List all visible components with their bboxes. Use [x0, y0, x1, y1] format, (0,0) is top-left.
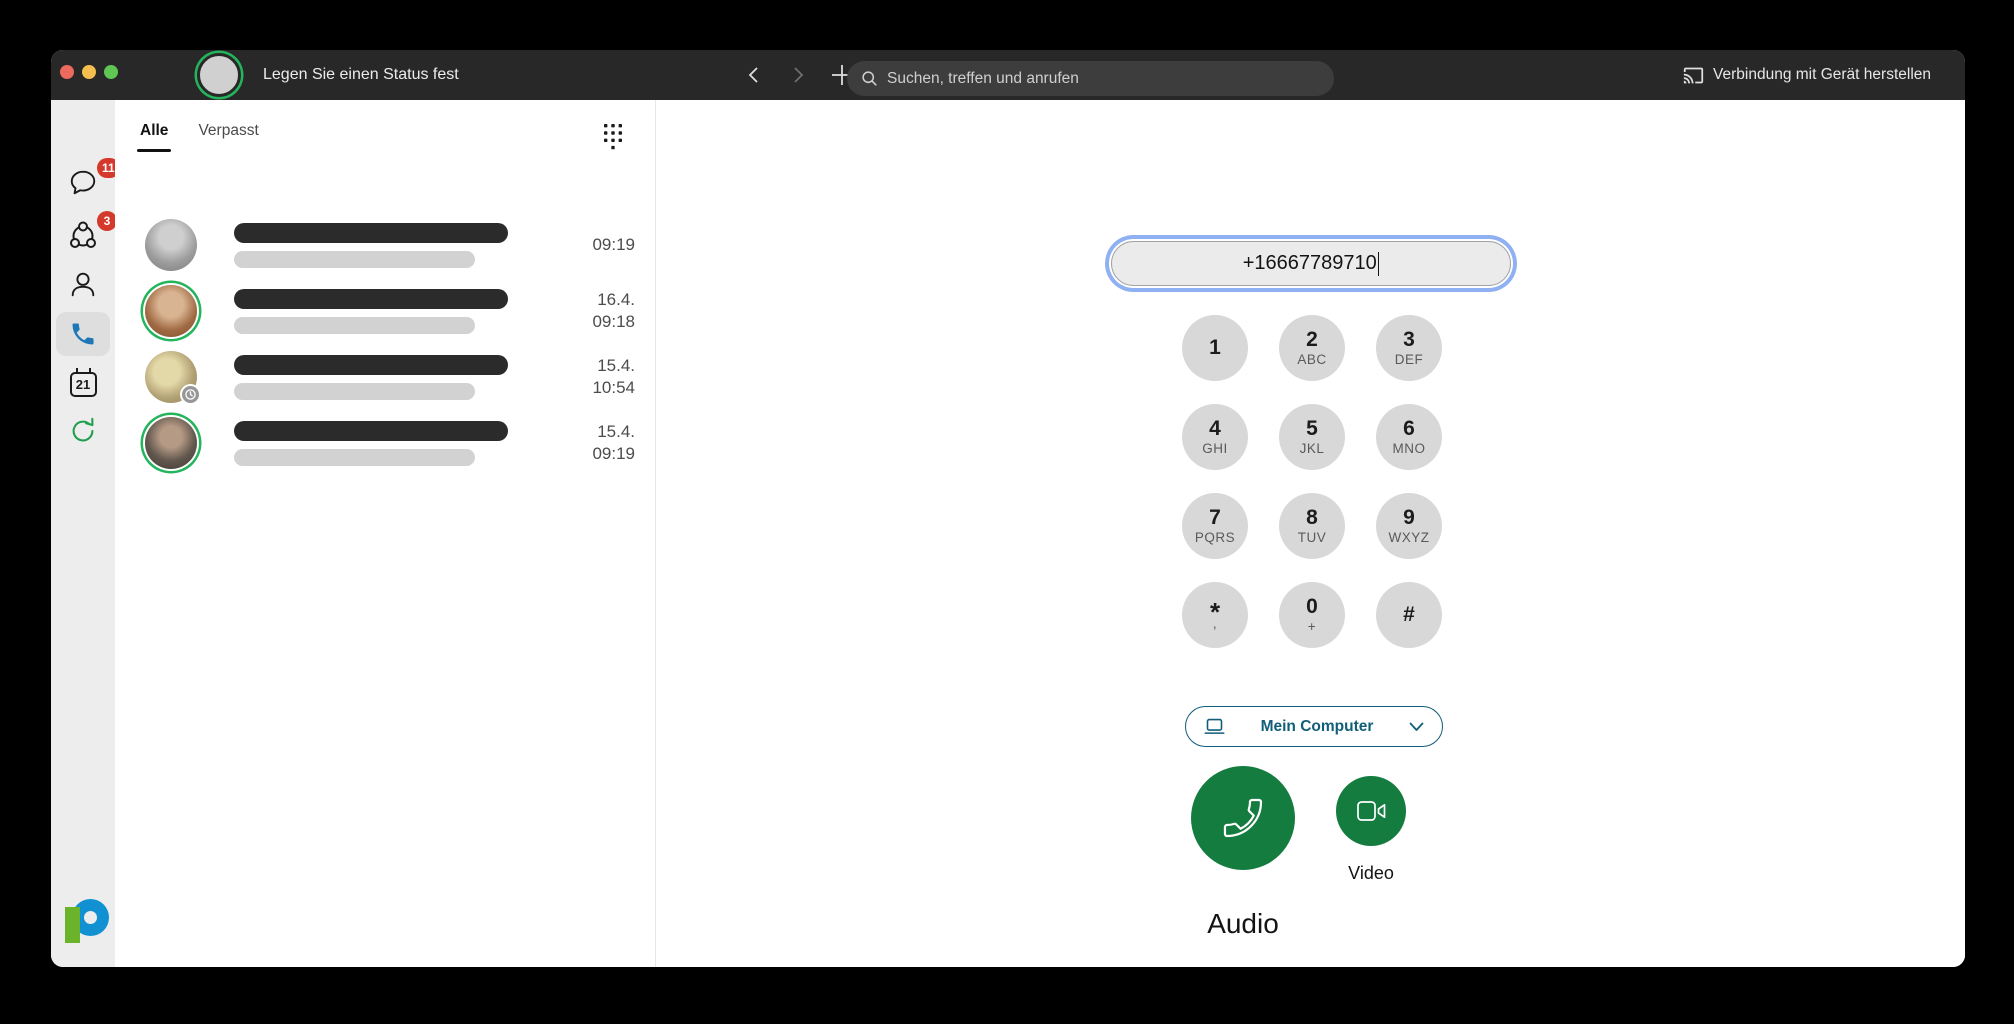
text-caret [1378, 252, 1380, 276]
tab-alle[interactable]: Alle [140, 122, 168, 152]
sidebar-item-messaging[interactable]: 11 [51, 160, 115, 204]
dialpad-key-6[interactable]: 6MNO [1376, 404, 1442, 470]
teams-icon [67, 219, 99, 251]
avatar [145, 285, 197, 337]
minimize-window-button[interactable] [82, 65, 96, 79]
dialpad-key-8[interactable]: 8TUV [1279, 493, 1345, 559]
phone-icon [69, 320, 97, 348]
person-icon [68, 269, 98, 299]
status-button[interactable]: Legen Sie einen Status fest [263, 50, 459, 100]
search-input[interactable]: Suchen, treffen und anrufen [847, 61, 1334, 96]
dialpad-key-star[interactable]: *, [1182, 582, 1248, 648]
call-time: 09:19 [565, 234, 635, 256]
video-call-label: Video [1336, 863, 1406, 884]
sidebar-item-updates[interactable] [51, 409, 115, 453]
calls-panel: Alle Verpasst 09:19 [115, 100, 656, 967]
nav-controls [739, 50, 857, 100]
video-call-button[interactable] [1336, 776, 1406, 846]
call-time: 16.4.09:18 [565, 289, 635, 333]
sidebar-item-contacts[interactable] [51, 262, 115, 306]
sidebar-item-calling[interactable] [51, 312, 115, 356]
dialpad-grid-icon [601, 122, 625, 150]
chat-icon [68, 167, 98, 197]
chevron-right-icon [789, 66, 807, 84]
call-entry[interactable]: 15.4.09:19 [115, 410, 655, 476]
zoom-window-button[interactable] [104, 65, 118, 79]
audio-call-label: Audio [1191, 908, 1295, 940]
sidebar-item-teams[interactable]: 3 [51, 213, 115, 257]
sidebar-item-meetings[interactable]: 21 [51, 361, 115, 405]
dialpad-key-3[interactable]: 3DEF [1376, 315, 1442, 381]
device-selector-label: Mein Computer [1225, 718, 1409, 736]
phone-handset-icon [1219, 794, 1267, 842]
redacted-name [234, 223, 565, 268]
dialpad-key-5[interactable]: 5JKL [1279, 404, 1345, 470]
connect-device-button[interactable]: Verbindung mit Gerät herstellen [1683, 50, 1931, 100]
avatar [145, 351, 197, 403]
teams-badge: 3 [97, 211, 117, 231]
dialpad-key-9[interactable]: 9WXYZ [1376, 493, 1442, 559]
dial-pad: 1 2ABC 3DEF 4GHI 5JKL 6MNO 7PQRS 8TUV 9W… [1182, 315, 1442, 648]
dialpad-key-2[interactable]: 2ABC [1279, 315, 1345, 381]
audio-call-button[interactable] [1191, 766, 1295, 870]
search-icon [861, 70, 878, 87]
refresh-icon [68, 416, 98, 446]
connect-device-label: Verbindung mit Gerät herstellen [1713, 66, 1931, 84]
close-window-button[interactable] [60, 65, 74, 79]
call-time: 15.4.09:19 [565, 421, 635, 465]
chevron-left-icon [745, 66, 763, 84]
calendar-day: 21 [76, 377, 90, 392]
window-controls [60, 65, 118, 79]
dialpad-key-4[interactable]: 4GHI [1182, 404, 1248, 470]
title-bar: Legen Sie einen Status fest Suchen, tref… [51, 50, 1965, 100]
chevron-down-icon [1409, 722, 1424, 732]
redacted-name [234, 421, 565, 466]
app-window: Legen Sie einen Status fest Suchen, tref… [51, 50, 1965, 967]
user-avatar[interactable] [197, 53, 241, 97]
app-logo [65, 899, 109, 943]
calls-tabs: Alle Verpasst [140, 122, 259, 152]
dialpad-key-0[interactable]: 0+ [1279, 582, 1345, 648]
call-entry[interactable]: 15.4.10:54 [115, 344, 655, 410]
laptop-icon [1204, 718, 1225, 736]
forward-button[interactable] [783, 60, 813, 90]
phone-number-value: +16667789710 [1243, 252, 1377, 275]
dialer-pane: +16667789710 1 2ABC 3DEF 4GHI 5JKL 6MNO … [656, 100, 1965, 967]
connect-device-icon [1683, 65, 1704, 86]
search-placeholder: Suchen, treffen und anrufen [887, 70, 1079, 88]
video-camera-icon [1355, 798, 1387, 824]
call-history-list: 09:19 16.4.09:18 15.4.10:54 [115, 212, 655, 476]
dialpad-key-hash[interactable]: # [1376, 582, 1442, 648]
redacted-name [234, 355, 565, 400]
dialpad-key-1[interactable]: 1 [1182, 315, 1248, 381]
tab-verpasst[interactable]: Verpasst [198, 122, 258, 152]
call-entry[interactable]: 16.4.09:18 [115, 278, 655, 344]
away-status-icon [180, 384, 201, 405]
avatar [145, 219, 197, 271]
redacted-name [234, 289, 565, 334]
avatar [145, 417, 197, 469]
device-selector[interactable]: Mein Computer [1185, 706, 1443, 747]
call-time: 15.4.10:54 [565, 355, 635, 399]
phone-number-input[interactable]: +16667789710 [1111, 241, 1511, 286]
dialpad-key-7[interactable]: 7PQRS [1182, 493, 1248, 559]
call-entry[interactable]: 09:19 [115, 212, 655, 278]
back-button[interactable] [739, 60, 769, 90]
calendar-icon: 21 [70, 372, 97, 397]
sidebar: 11 3 [51, 100, 115, 967]
dialpad-toggle-button[interactable] [601, 122, 625, 155]
